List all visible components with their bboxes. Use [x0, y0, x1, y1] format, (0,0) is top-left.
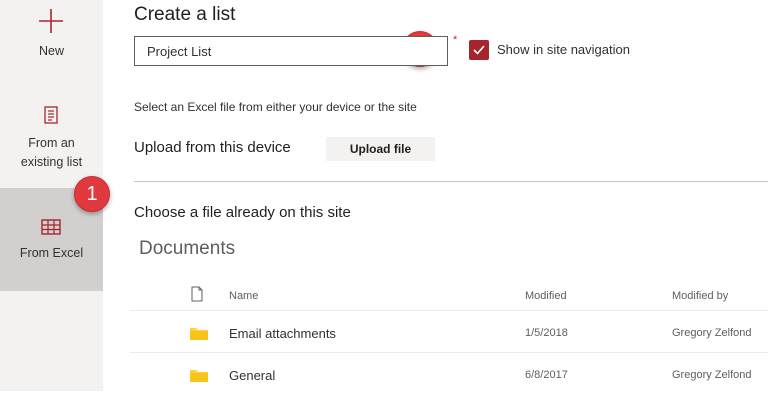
required-asterisk: *	[453, 34, 458, 46]
choose-file-heading: Choose a file already on this site	[134, 204, 351, 221]
page-title: Create a list	[134, 4, 236, 25]
file-modified-by: Gregory Zelfond	[672, 369, 752, 381]
file-type-icon[interactable]	[190, 286, 204, 302]
file-name[interactable]: Email attachments	[229, 326, 336, 341]
list-document-icon	[44, 106, 58, 124]
file-modified: 6/8/2017	[525, 369, 568, 381]
row-separator	[130, 310, 768, 311]
column-header-name[interactable]: Name	[229, 290, 258, 302]
table-row[interactable]: General 6/8/2017 Gregory Zelfond	[130, 356, 768, 394]
file-table-header: Name Modified Modified by	[0, 284, 768, 308]
rail-item-existing-list[interactable]: From an existing list	[0, 92, 103, 180]
show-in-navigation-checkbox[interactable]	[469, 40, 489, 60]
upload-hint: Select an Excel file from either your de…	[134, 100, 417, 114]
rail-item-new[interactable]: New	[0, 0, 103, 78]
rail-item-new-label: New	[38, 44, 64, 58]
folder-icon	[190, 370, 208, 382]
folder-icon	[190, 328, 208, 340]
column-header-modified-by[interactable]: Modified by	[672, 290, 728, 302]
upload-from-device-label: Upload from this device	[134, 139, 291, 156]
file-modified-by: Gregory Zelfond	[672, 327, 752, 339]
section-divider	[134, 181, 768, 182]
column-header-modified[interactable]: Modified	[525, 290, 567, 302]
show-in-navigation-label[interactable]: Show in site navigation	[497, 42, 630, 57]
library-title[interactable]: Documents	[139, 238, 235, 260]
rail-item-existing-label: From an existing list	[20, 136, 83, 169]
checkmark-icon	[473, 45, 485, 55]
file-modified: 1/5/2018	[525, 327, 568, 339]
excel-grid-icon	[41, 219, 61, 235]
rail-item-excel-label: From Excel	[19, 246, 84, 260]
callout-badge-1: 1	[74, 176, 110, 212]
upload-file-button[interactable]: Upload file	[326, 137, 435, 161]
table-row[interactable]: Email attachments 1/5/2018 Gregory Zelfo…	[130, 314, 768, 352]
list-name-input[interactable]	[134, 36, 448, 66]
plus-icon	[39, 9, 63, 33]
file-name[interactable]: General	[229, 368, 275, 383]
row-separator	[130, 352, 768, 353]
